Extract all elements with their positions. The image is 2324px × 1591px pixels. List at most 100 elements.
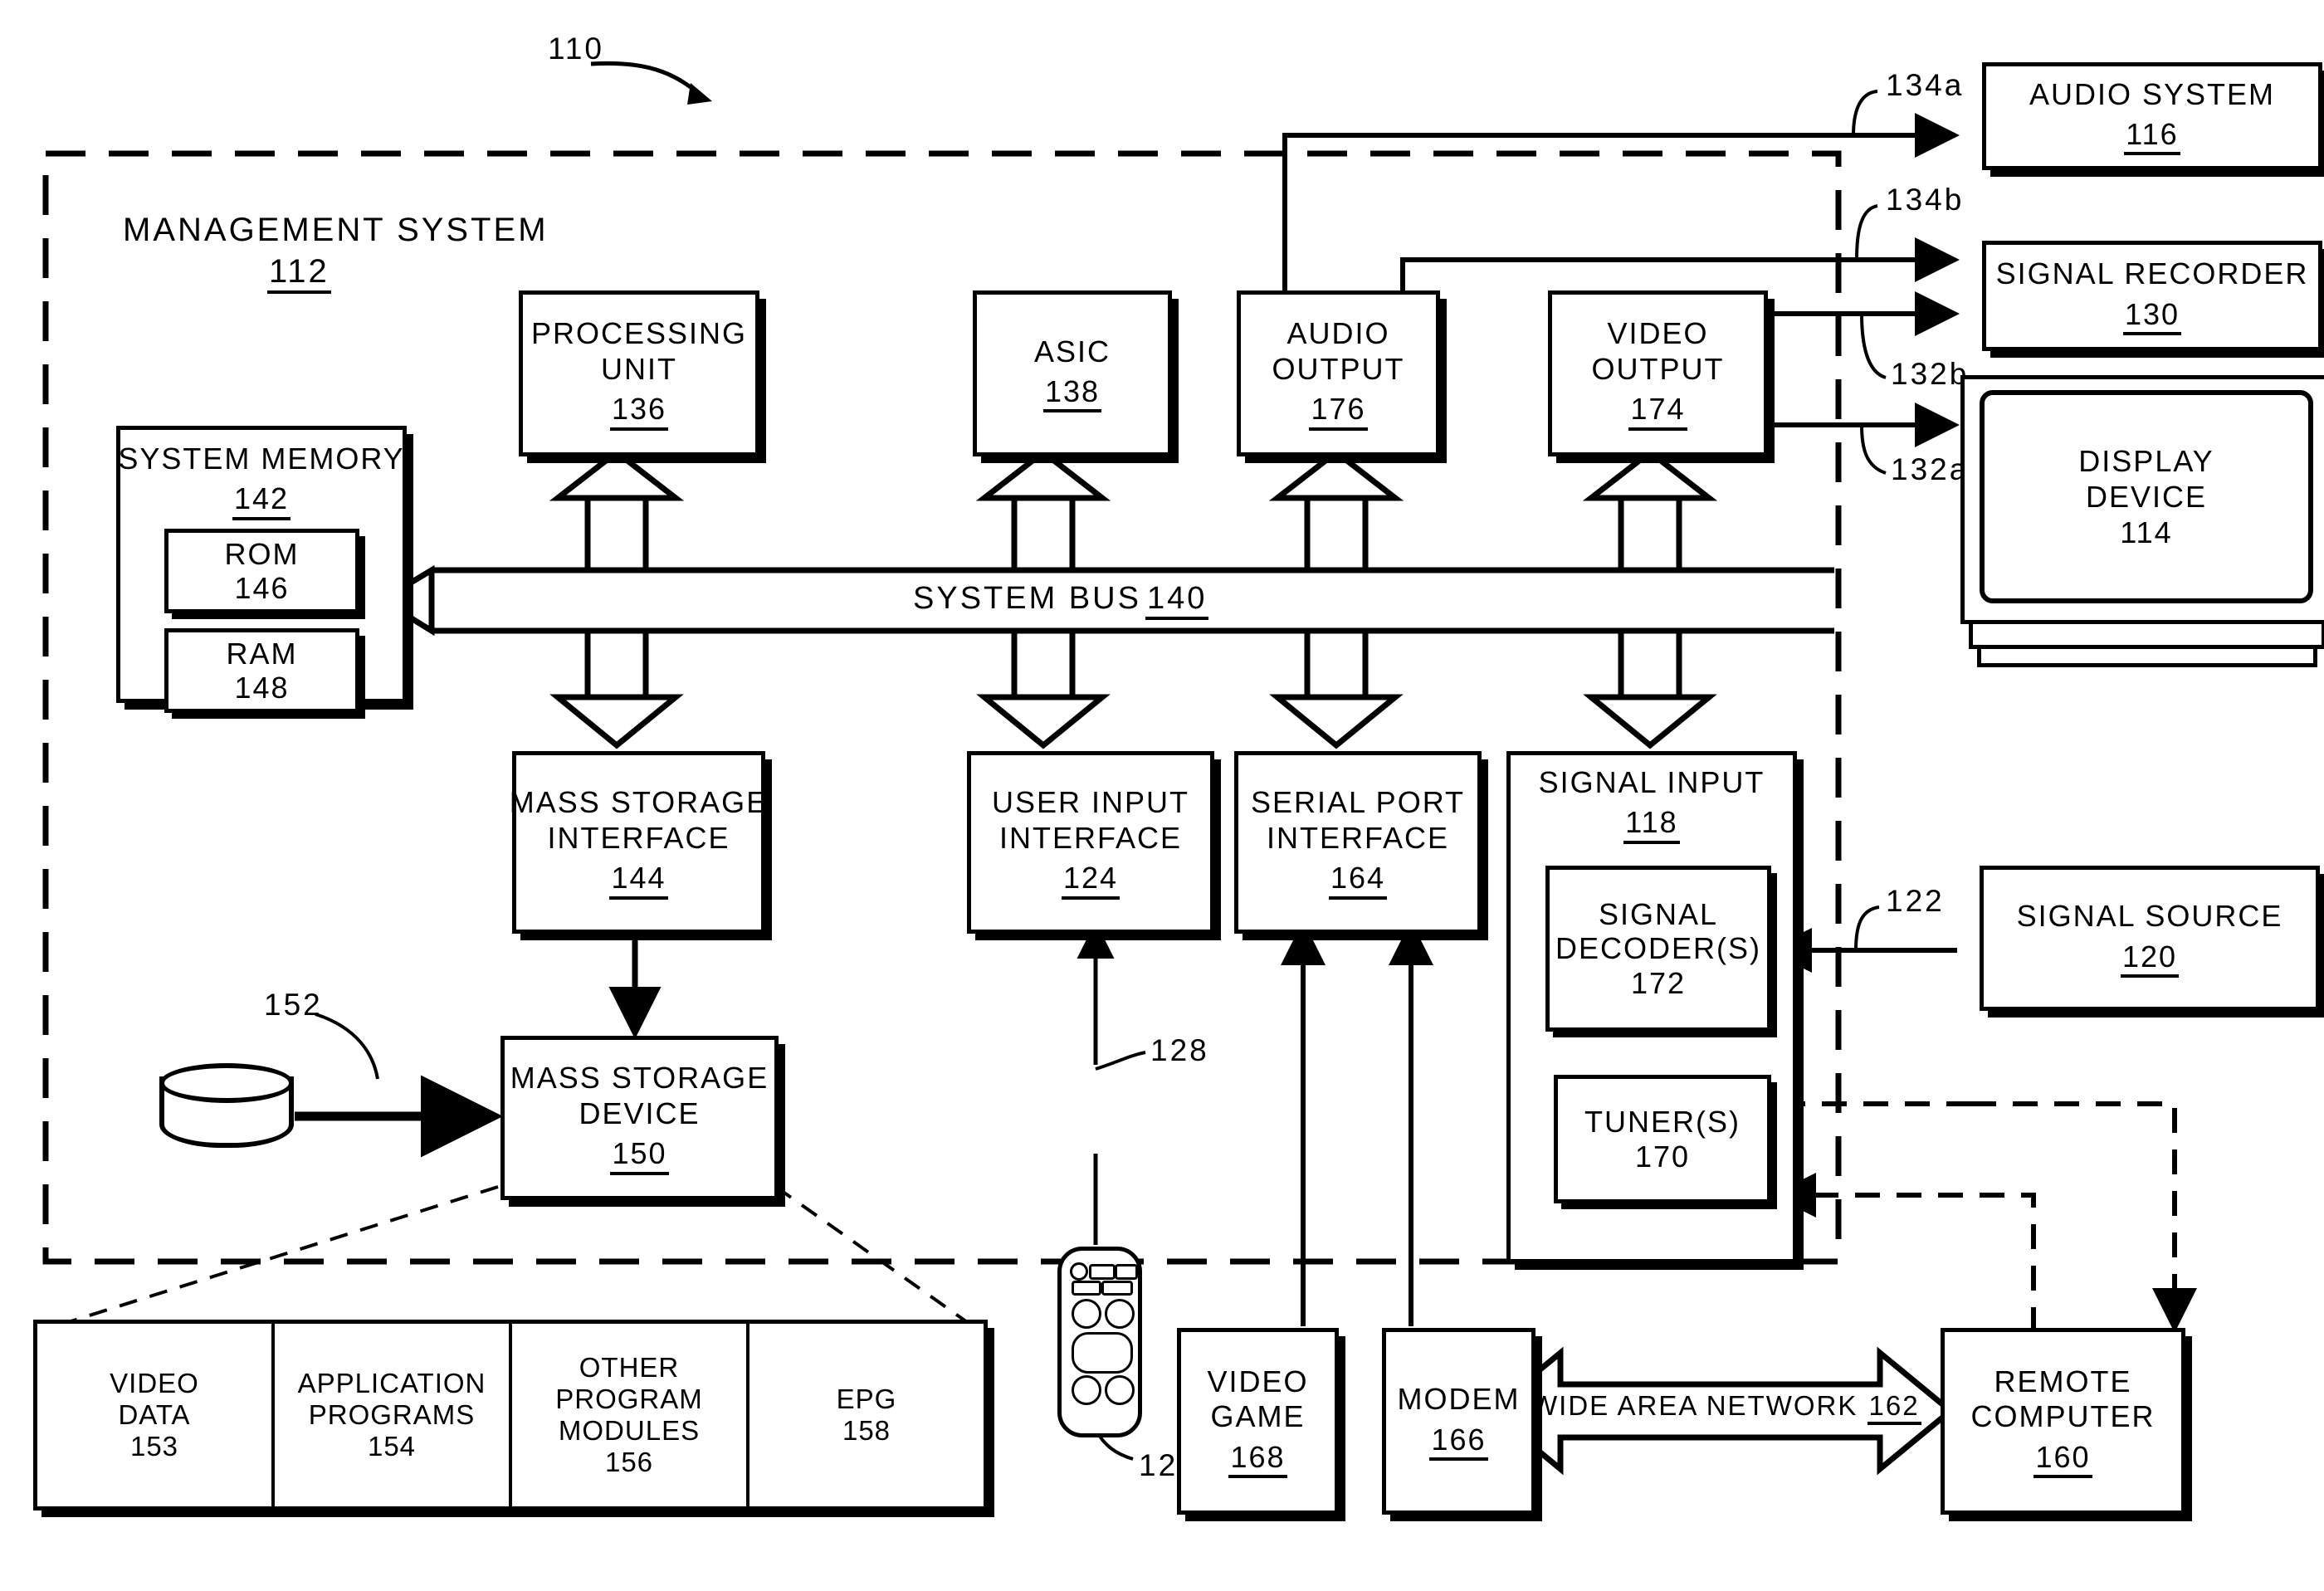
processing-unit-box: PROCESSING UNIT 136 — [519, 290, 759, 456]
module-cell-application-programs: APPLICATION PROGRAMS 154 — [275, 1324, 512, 1506]
signal-decoders-box: SIGNAL DECODER(S) 172 — [1545, 866, 1771, 1032]
audio-system-label: AUDIO SYSTEM — [2029, 76, 2276, 111]
asic-number: 138 — [1042, 374, 1102, 413]
signal-decoders-label-2: DECODER(S) — [1555, 931, 1761, 966]
module-0-number: 153 — [129, 1430, 179, 1462]
wide-area-network-label: WIDE AREA NETWORK 162 — [1531, 1390, 1921, 1425]
signal-source-box: SIGNAL SOURCE 120 — [1980, 866, 2320, 1011]
serial-port-interface-box: SERIAL PORT INTERFACE 164 — [1234, 751, 1482, 934]
module-1-number: 154 — [367, 1430, 417, 1462]
display-device-number: 114 — [2120, 515, 2173, 550]
system-memory-number: 142 — [232, 481, 291, 520]
rom-number: 146 — [234, 571, 290, 605]
serial-port-interface-label-1: SERIAL PORT — [1250, 785, 1466, 820]
audio-output-label-1: AUDIO — [1286, 316, 1390, 351]
tuners-box: TUNER(S) 170 — [1554, 1075, 1771, 1203]
tuners-label: TUNER(S) — [1584, 1105, 1741, 1140]
serial-port-interface-label-2: INTERFACE — [1266, 820, 1450, 855]
ref-128: 128 — [1150, 1033, 1209, 1067]
signal-decoders-number: 172 — [1630, 965, 1687, 1000]
asic-box: ASIC 138 — [973, 290, 1172, 456]
audio-output-box: AUDIO OUTPUT 176 — [1237, 290, 1440, 456]
signal-source-label: SIGNAL SOURCE — [2016, 899, 2283, 934]
signal-input-number: 118 — [1623, 805, 1680, 844]
module-3-label-1: EPG — [836, 1384, 897, 1415]
signal-decoders-label-1: SIGNAL — [1598, 896, 1719, 931]
audio-output-label-2: OUTPUT — [1272, 351, 1405, 386]
video-game-box: VIDEO GAME 168 — [1177, 1328, 1339, 1515]
serial-port-interface-number: 164 — [1328, 861, 1388, 900]
module-0-label-1: VIDEO — [110, 1368, 199, 1399]
signal-recorder-label: SIGNAL RECORDER — [1995, 256, 2309, 291]
ram-label: RAM — [226, 636, 298, 671]
program-modules-strip: VIDEO DATA 153 APPLICATION PROGRAMS 154 … — [33, 1320, 988, 1510]
display-device-label-2: DEVICE — [2085, 479, 2208, 514]
ref-122: 122 — [1886, 884, 1945, 918]
module-1-label-1: APPLICATION — [297, 1368, 486, 1399]
mass-storage-interface-number: 144 — [609, 861, 668, 900]
patent-figure: 110 MANAGEMENT SYSTEM 112 SYSTEM BUS 140… — [0, 0, 2324, 1591]
display-device-box: DISPLAY DEVICE 114 — [1980, 390, 2313, 603]
mass-storage-device-number: 150 — [610, 1136, 669, 1175]
processing-unit-number: 136 — [609, 392, 669, 431]
ref-134a: 134a — [1886, 68, 1965, 102]
module-2-number: 156 — [604, 1446, 654, 1477]
system-bus-number: 140 — [1145, 581, 1209, 620]
module-cell-video-data: VIDEO DATA 153 — [37, 1324, 275, 1506]
mass-storage-device-label-2: DEVICE — [579, 1096, 701, 1130]
system-bus-label: SYSTEM BUS — [913, 581, 1141, 616]
audio-system-box: AUDIO SYSTEM 116 — [1982, 62, 2322, 170]
signal-source-number: 120 — [2120, 939, 2180, 978]
user-input-interface-number: 124 — [1061, 861, 1120, 900]
ref-110: 110 — [548, 32, 604, 66]
wan-number: 162 — [1867, 1390, 1921, 1425]
mass-storage-interface-box: MASS STORAGE INTERFACE 144 — [509, 751, 769, 934]
remote-control-icon[interactable] — [1057, 1247, 1142, 1437]
ram-box: RAM 148 — [164, 628, 359, 713]
enclosure-title: MANAGEMENT SYSTEM — [123, 212, 549, 248]
audio-system-number: 116 — [2124, 117, 2180, 156]
rom-label: ROM — [224, 536, 300, 571]
remote-computer-box: REMOTE COMPUTER 160 — [1941, 1328, 2185, 1515]
system-memory-label: SYSTEM MEMORY — [118, 442, 405, 476]
display-device-label-1: DISPLAY — [2078, 443, 2214, 478]
ref-152: 152 — [264, 988, 323, 1022]
video-game-label-1: VIDEO — [1207, 1364, 1309, 1398]
video-game-label-2: GAME — [1210, 1399, 1306, 1434]
enclosure-number: 112 — [267, 253, 331, 294]
modem-box: MODEM 166 — [1382, 1328, 1536, 1515]
video-game-number: 168 — [1228, 1440, 1287, 1479]
module-3-number: 158 — [842, 1415, 891, 1446]
wan-label-text: WIDE AREA NETWORK — [1531, 1390, 1858, 1421]
signal-input-label: SIGNAL INPUT — [1538, 765, 1765, 799]
disk-platter-icon — [159, 1063, 294, 1154]
module-cell-other-program-modules: OTHER PROGRAM MODULES 156 — [512, 1324, 749, 1506]
remote-computer-label-1: REMOTE — [1994, 1364, 2132, 1398]
ref-132b: 132b — [1891, 357, 1970, 391]
user-input-interface-label-2: INTERFACE — [998, 820, 1183, 855]
tuners-number: 170 — [1634, 1139, 1691, 1174]
module-2-label-2: MODULES — [558, 1415, 701, 1446]
mass-storage-interface-label-2: INTERFACE — [547, 820, 730, 855]
signal-recorder-number: 130 — [2122, 297, 2182, 335]
user-input-interface-label-1: USER INPUT — [991, 785, 1190, 820]
mass-storage-interface-label-1: MASS STORAGE — [509, 785, 769, 820]
module-0-label-2: DATA — [118, 1399, 191, 1431]
rom-box: ROM 146 — [164, 529, 359, 613]
asic-label: ASIC — [1033, 334, 1111, 368]
video-output-box: VIDEO OUTPUT 174 — [1548, 290, 1768, 456]
remote-computer-number: 160 — [2034, 1440, 2092, 1479]
module-1-label-2: PROGRAMS — [308, 1399, 476, 1431]
mass-storage-device-box: MASS STORAGE DEVICE 150 — [500, 1036, 779, 1200]
mass-storage-device-label-1: MASS STORAGE — [510, 1061, 769, 1096]
remote-computer-label-2: COMPUTER — [1970, 1399, 2156, 1434]
ref-134b: 134b — [1886, 183, 1965, 217]
module-cell-epg: EPG 158 — [749, 1324, 984, 1506]
ram-number: 148 — [234, 671, 290, 705]
video-output-number: 174 — [1628, 392, 1687, 431]
signal-recorder-box: SIGNAL RECORDER 130 — [1982, 241, 2322, 351]
module-2-label-1: OTHER PROGRAM — [555, 1352, 703, 1415]
modem-label: MODEM — [1397, 1382, 1521, 1417]
audio-output-number: 176 — [1309, 392, 1368, 431]
processing-unit-label-1: PROCESSING — [530, 316, 748, 351]
